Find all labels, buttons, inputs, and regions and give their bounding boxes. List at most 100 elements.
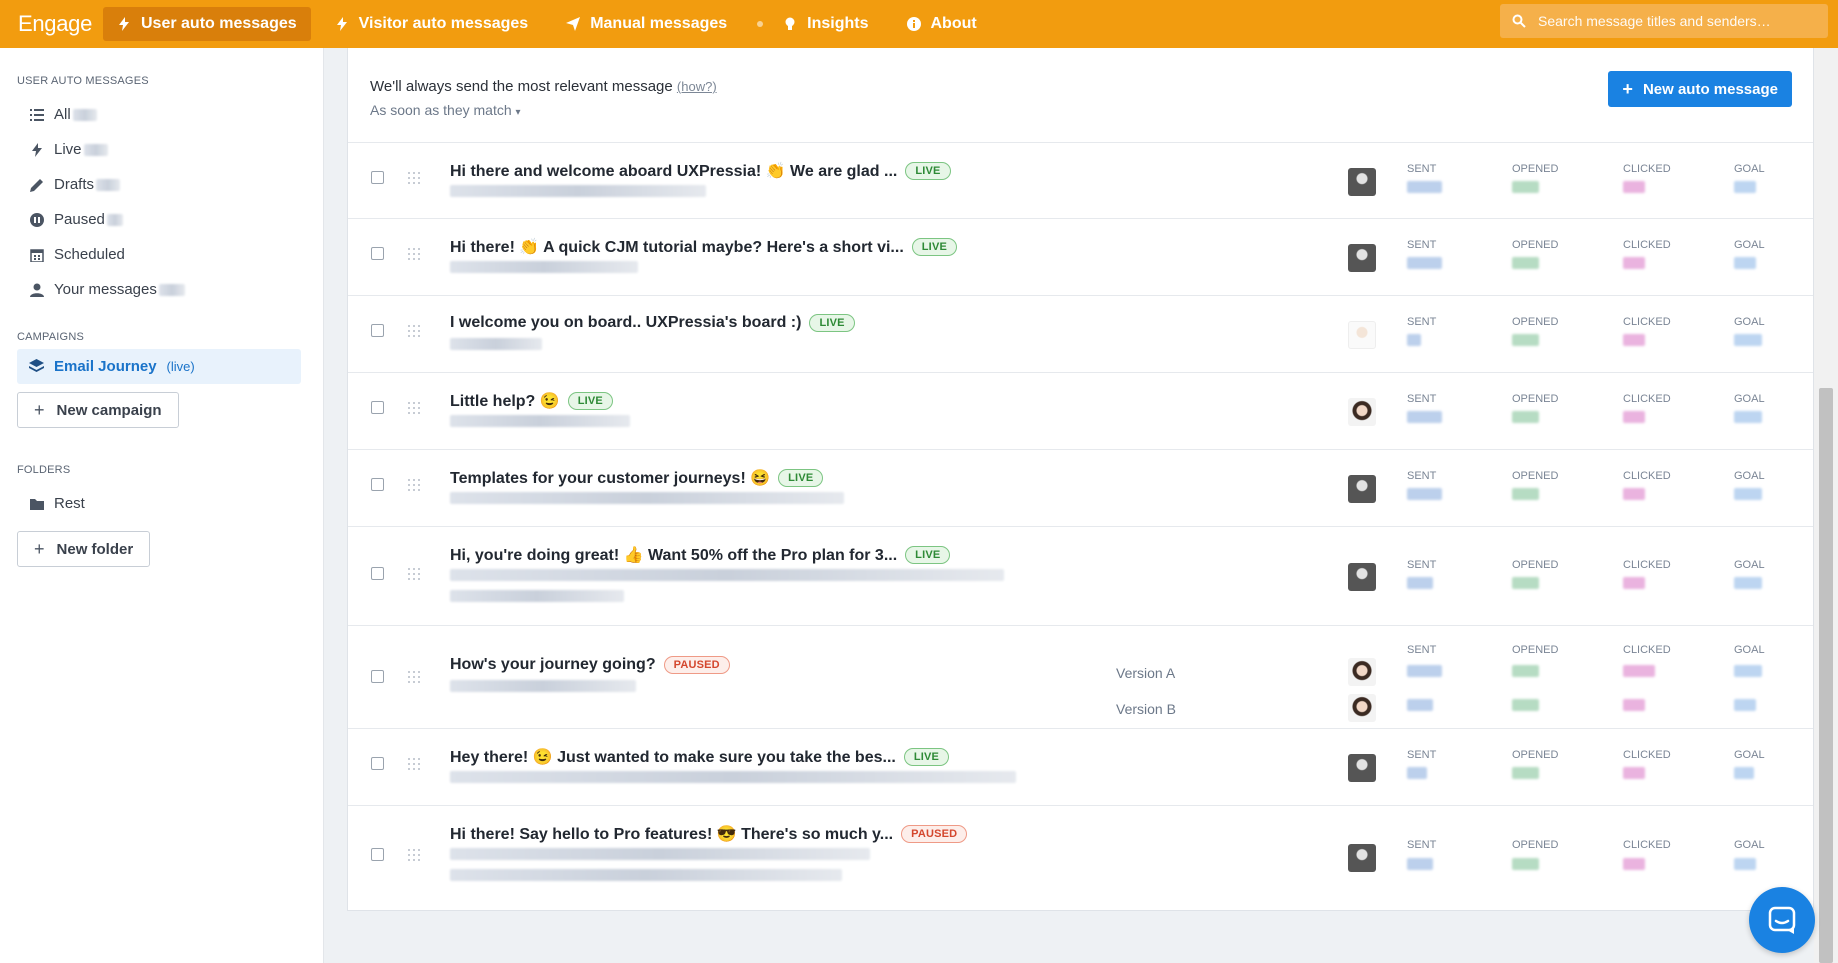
stat-label-opened: OPENED: [1512, 749, 1559, 761]
stat-label-goal: GOAL: [1734, 163, 1765, 175]
stat-label-clicked: CLICKED: [1623, 559, 1671, 571]
drag-handle-icon[interactable]: [408, 568, 420, 582]
message-row[interactable]: Hey there! 😉 Just wanted to make sure yo…: [348, 729, 1813, 806]
status-badge: LIVE: [809, 314, 855, 332]
drag-handle-icon[interactable]: [408, 758, 420, 772]
search-box[interactable]: [1500, 4, 1828, 38]
nav-visitor-auto-messages[interactable]: Visitor auto messages: [321, 7, 543, 41]
chat-launcher-button[interactable]: [1749, 887, 1815, 953]
sidebar-item-email-journey[interactable]: Email Journey (live): [17, 349, 301, 384]
row-checkbox[interactable]: [371, 324, 384, 337]
stat-value-sent: [1407, 699, 1433, 711]
sidebar-item-drafts[interactable]: Drafts: [0, 167, 323, 202]
message-title[interactable]: Templates for your customer journeys! 😆 …: [450, 468, 824, 488]
stat-value-goal: [1734, 181, 1756, 193]
message-title[interactable]: Hi there! Say hello to Pro features! 😎 T…: [450, 824, 968, 844]
avatar: [1348, 398, 1376, 426]
stat-label-clicked: CLICKED: [1623, 644, 1671, 656]
sidebar-item-your-messages[interactable]: Your messages: [0, 272, 323, 307]
drag-handle-icon[interactable]: [408, 325, 420, 339]
nav-insights[interactable]: Insights: [769, 7, 882, 41]
message-row[interactable]: I welcome you on board.. UXPressia's boa…: [348, 296, 1813, 373]
sidebar-item-all[interactable]: All: [0, 97, 323, 132]
message-title-text: Hi there! 👏 A quick CJM tutorial maybe? …: [450, 239, 904, 256]
brand-logo[interactable]: Engage: [0, 11, 103, 37]
sidebar-item-scheduled[interactable]: Scheduled: [0, 237, 323, 272]
new-campaign-button[interactable]: + New campaign: [17, 392, 179, 428]
avatar: [1348, 244, 1376, 272]
message-title[interactable]: Little help? 😉 LIVE: [450, 391, 613, 411]
drag-handle-icon[interactable]: [408, 671, 420, 685]
message-title[interactable]: Hey there! 😉 Just wanted to make sure yo…: [450, 747, 950, 767]
count-badge: [158, 283, 185, 296]
row-checkbox[interactable]: [371, 848, 384, 861]
drag-handle-icon[interactable]: [408, 172, 420, 186]
message-title[interactable]: Hi, you're doing great! 👍 Want 50% off t…: [450, 545, 951, 565]
delivery-dropdown-label: As soon as they match: [370, 102, 512, 118]
scrollbar-thumb[interactable]: [1819, 388, 1833, 963]
nav-user-auto-messages[interactable]: User auto messages: [103, 7, 311, 41]
stat-label-clicked: CLICKED: [1623, 839, 1671, 851]
stat-value-opened: [1512, 699, 1539, 711]
status-badge: LIVE: [903, 748, 950, 766]
message-row[interactable]: Hi there! 👏 A quick CJM tutorial maybe? …: [348, 219, 1813, 296]
drag-handle-icon[interactable]: [408, 248, 420, 262]
stat-label-opened: OPENED: [1512, 644, 1559, 656]
delivery-dropdown[interactable]: As soon as they match ▾: [370, 102, 521, 118]
message-title-text: Hi there and welcome aboard UXPressia! 👏…: [450, 163, 898, 180]
version-b-label: Version B: [1116, 701, 1176, 717]
message-row[interactable]: Little help? 😉 LIVE SENT OPENED CLICKED …: [348, 373, 1813, 450]
messages-panel: We'll always send the most relevant mess…: [347, 48, 1814, 911]
stat-value-opened: [1512, 181, 1539, 193]
stat-label-opened: OPENED: [1512, 470, 1559, 482]
row-checkbox[interactable]: [371, 401, 384, 414]
row-checkbox[interactable]: [371, 670, 384, 683]
stat-label-goal: GOAL: [1734, 749, 1765, 761]
folder-icon: [30, 498, 44, 510]
stat-label-sent: SENT: [1407, 644, 1437, 656]
sidebar-item-paused[interactable]: Paused: [0, 202, 323, 237]
row-checkbox[interactable]: [371, 171, 384, 184]
message-title[interactable]: I welcome you on board.. UXPressia's boa…: [450, 314, 855, 332]
row-checkbox[interactable]: [371, 247, 384, 260]
message-title[interactable]: Hi there! 👏 A quick CJM tutorial maybe? …: [450, 237, 958, 257]
stat-value-goal: [1734, 665, 1762, 677]
row-checkbox[interactable]: [371, 567, 384, 580]
sidebar-item-live[interactable]: Live: [0, 132, 323, 167]
calendar-icon: [30, 248, 44, 262]
message-row[interactable]: Hi there and welcome aboard UXPressia! 👏…: [348, 143, 1813, 219]
campaign-status: (live): [166, 359, 195, 374]
drag-handle-icon[interactable]: [408, 479, 420, 493]
stat-value-sent: [1407, 488, 1442, 500]
message-row[interactable]: How's your journey going? PAUSED Version…: [348, 626, 1813, 729]
scrollbar[interactable]: [1814, 48, 1838, 963]
drag-handle-icon[interactable]: [408, 402, 420, 416]
nav-about[interactable]: About: [893, 7, 991, 41]
message-title-text: How's your journey going?: [450, 656, 656, 673]
sidebar-item-rest-folder[interactable]: Rest: [0, 486, 323, 521]
count-badge: [96, 178, 121, 191]
message-preview: [450, 771, 1016, 783]
stat-label-clicked: CLICKED: [1623, 749, 1671, 761]
stat-label-sent: SENT: [1407, 393, 1437, 405]
stat-label-opened: OPENED: [1512, 316, 1559, 328]
nav-separator: [757, 21, 764, 27]
drag-handle-icon[interactable]: [408, 849, 420, 863]
row-checkbox[interactable]: [371, 478, 384, 491]
stat-value-opened: [1512, 411, 1539, 423]
pencil-icon: [30, 178, 43, 192]
nav-manual-messages[interactable]: Manual messages: [552, 7, 741, 41]
message-title[interactable]: Hi there and welcome aboard UXPressia! 👏…: [450, 161, 951, 181]
message-row[interactable]: Hi, you're doing great! 👍 Want 50% off t…: [348, 527, 1813, 626]
caret-down-icon: ▾: [515, 107, 521, 118]
info-icon: [906, 17, 921, 31]
message-title-text: Hey there! 😉 Just wanted to make sure yo…: [450, 749, 896, 766]
message-title[interactable]: How's your journey going? PAUSED: [450, 656, 730, 674]
new-folder-button[interactable]: + New folder: [17, 531, 151, 567]
new-auto-message-button[interactable]: + New auto message: [1608, 71, 1792, 107]
message-row[interactable]: Hi there! Say hello to Pro features! 😎 T…: [348, 806, 1813, 906]
message-row[interactable]: Templates for your customer journeys! 😆 …: [348, 450, 1813, 527]
search-input[interactable]: [1538, 13, 1818, 29]
how-link[interactable]: (how?): [677, 79, 717, 94]
row-checkbox[interactable]: [371, 757, 384, 770]
